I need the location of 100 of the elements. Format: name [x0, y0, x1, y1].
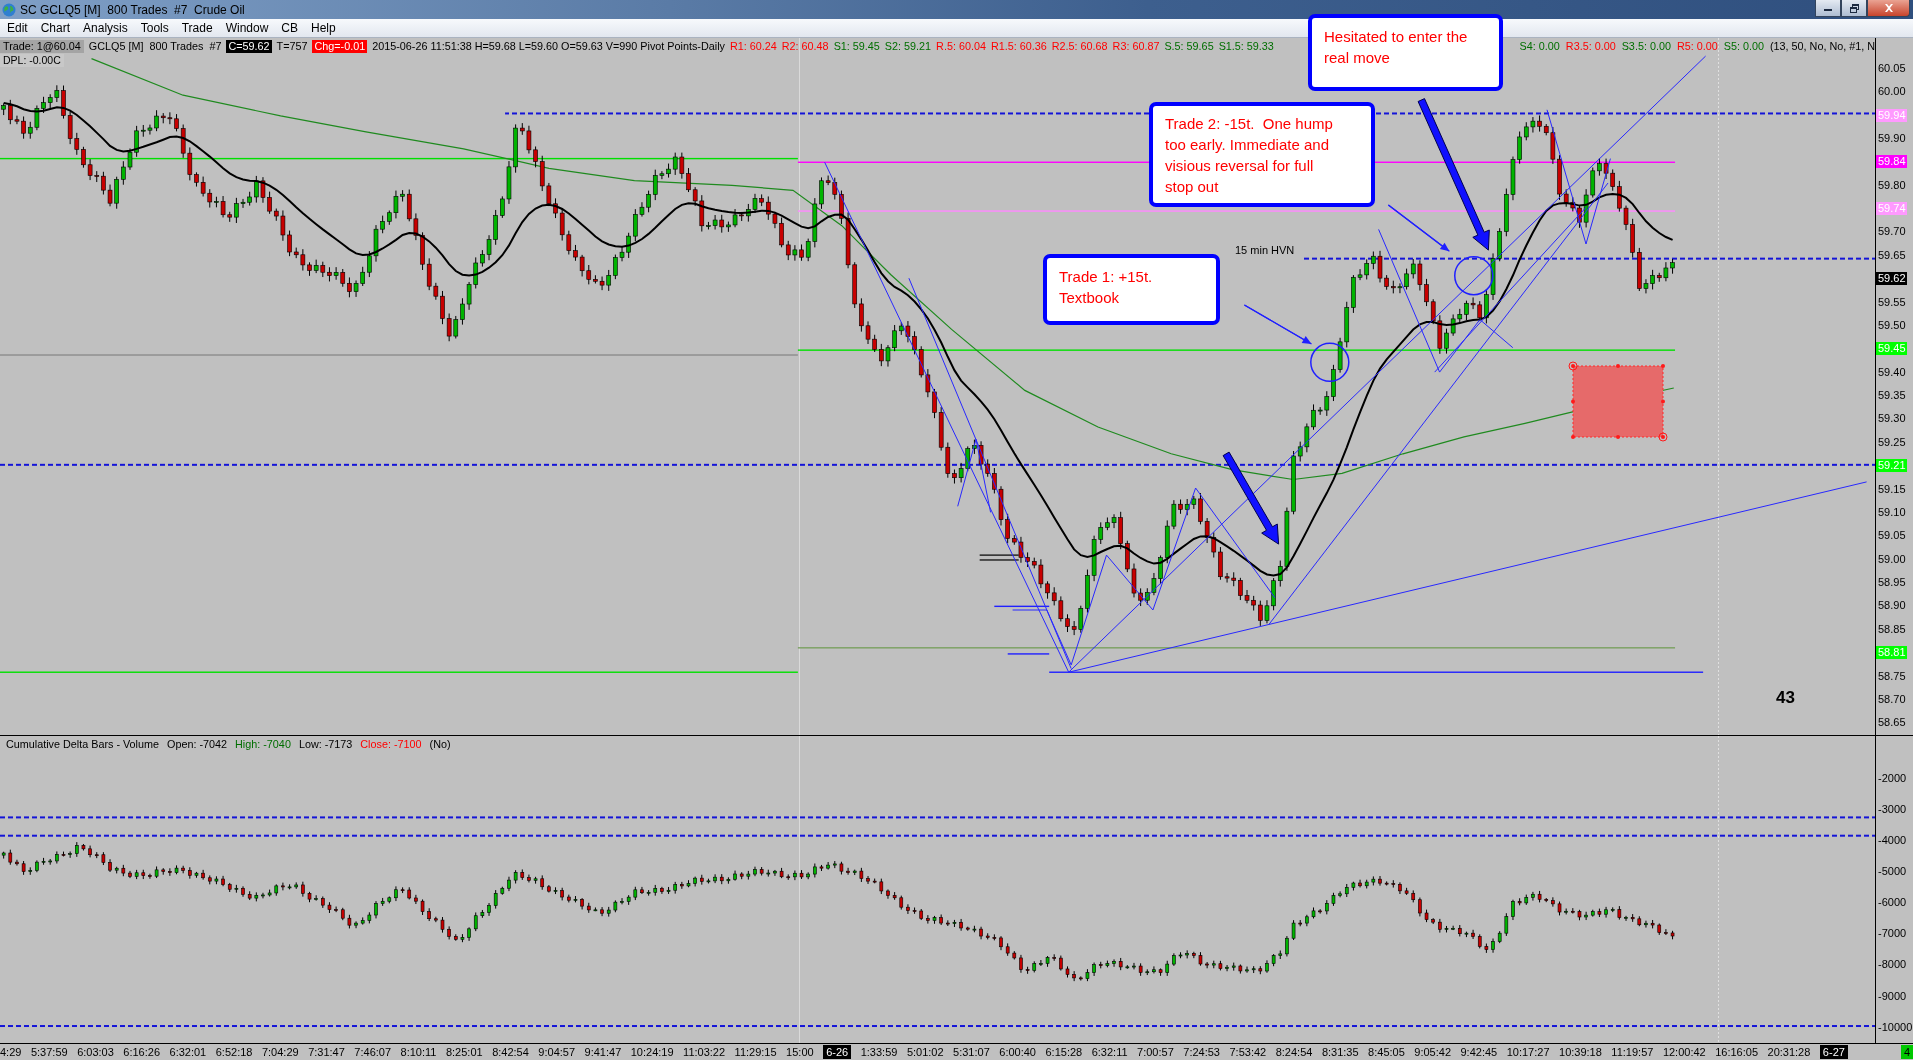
time-axis-label: 6:32:01 [169, 1045, 207, 1059]
chart-info-text: GCLQ5 [M] 800 Trades #7 [88, 40, 222, 53]
price-axis-label: 60.05 [1877, 61, 1907, 75]
support-level-label: S2: 59.21 [884, 40, 932, 53]
time-axis-label: 1:33:59 [860, 1045, 898, 1059]
price-axis-label: 59.00 [1877, 552, 1907, 566]
support-level-label: S1.5: 59.33 [1218, 40, 1274, 53]
price-axis-label: 59.10 [1877, 505, 1907, 519]
menu-item[interactable]: Trade [174, 21, 219, 35]
time-axis-label: 6:00:40 [999, 1045, 1036, 1059]
circle-marker [1310, 342, 1350, 383]
pointer-arrow [1387, 204, 1450, 252]
time-axis-label: 6:03:03 [77, 1045, 114, 1059]
time-axis-label: 8:45:05 [1368, 1045, 1405, 1059]
price-marker-label: 59.84 [1876, 155, 1907, 169]
time-axis-label: 8:31:35 [1321, 1045, 1359, 1059]
time-axis-label: 5:37:59 [30, 1045, 68, 1059]
trade-status-label: Trade: 1@60.04 [0, 40, 84, 53]
time-axis-label: 16:16:05 [1715, 1045, 1759, 1059]
chart-info-text: 2015-06-26 11:51:38 H=59.68 L=59.60 O=59.63 V=990 Pivot Points-Daily [372, 40, 725, 53]
price-marker-line [979, 559, 1019, 561]
time-axis-label: 10:39:18 [1559, 1045, 1602, 1059]
delta-axis-label: -6000 [1877, 896, 1908, 910]
time-axis-label: 7:00:57 [1137, 1045, 1174, 1059]
support-level-label: S5: 0.00 [1723, 40, 1764, 53]
time-axis-label: 20:31:28 [1767, 1045, 1811, 1059]
restore-icon [1849, 3, 1859, 13]
time-axis-label: 7:24:53 [1183, 1045, 1220, 1059]
time-axis-label: 12:00:42 [1662, 1045, 1706, 1059]
menu-item[interactable]: Tools [133, 21, 175, 35]
menu-item[interactable]: Chart [33, 21, 77, 35]
date-axis-label: 6-26 [823, 1045, 852, 1059]
time-axis-label: 5:31:07 [953, 1045, 990, 1059]
minimize-button[interactable] [1815, 0, 1841, 17]
annotation-callout: Trade 2: -15t. One hump too early. Immediate and visious reversal for full stop out [1149, 102, 1375, 207]
menu-item[interactable]: CB [274, 21, 304, 35]
resistance-level-label: R.5: 60.04 [936, 40, 986, 53]
indicator-info-text: High: -7040 [235, 738, 291, 751]
delta-axis-label: -5000 [1877, 865, 1908, 879]
time-axis-label: 9:42:45 [1460, 1045, 1498, 1059]
time-axis-label: 9:04:57 [538, 1045, 576, 1059]
globe-icon [2, 2, 16, 17]
time-axis-label: 10:17:27 [1506, 1045, 1550, 1059]
pointer-arrow [1243, 304, 1313, 345]
time-axis-label: 11:03:22 [683, 1045, 726, 1059]
level-note-label: 15 min HVN [1235, 244, 1295, 257]
time-axis-label: 8:25:01 [445, 1045, 483, 1059]
bar-count-badge: 4 [1900, 1045, 1913, 1059]
resistance-level-label: R3.5: 0.00 [1565, 40, 1616, 53]
delta-axis-label: -2000 [1877, 771, 1908, 785]
price-axis-label: 59.80 [1877, 178, 1907, 192]
resistance-level-label: R5: 0.00 [1676, 40, 1718, 53]
menu-item[interactable]: Window [218, 21, 275, 35]
price-axis-label: 59.35 [1877, 389, 1907, 403]
time-axis-label: 8:24:54 [1275, 1045, 1313, 1059]
delta-axis-label: -7000 [1877, 927, 1908, 941]
time-axis-label: 11:19:57 [1611, 1045, 1654, 1059]
price-level-line [1007, 653, 1050, 655]
time-axis-label: 8:42:54 [492, 1045, 529, 1059]
price-marker-label: 58.81 [1876, 646, 1907, 660]
close-button[interactable] [1867, 0, 1910, 17]
time-axis-label: 11:29:15 [734, 1045, 777, 1059]
restore-button[interactable] [1841, 0, 1867, 17]
chart-info-text: T=757 [276, 40, 308, 53]
annotation-callout: Hesitated to enter the real move [1308, 14, 1503, 91]
menu-item[interactable]: Help [304, 21, 342, 35]
price-axis-label: 58.95 [1877, 576, 1907, 590]
price-axis-label: 58.90 [1877, 599, 1907, 613]
time-axis-label: 8:10:11 [400, 1045, 437, 1059]
price-axis-label: 59.15 [1877, 482, 1907, 496]
price-axis-label: 58.75 [1877, 669, 1907, 683]
last-price-label: C=59.62 [226, 40, 272, 53]
price-marker-label: 59.45 [1876, 342, 1907, 356]
delta-axis-label: -3000 [1877, 802, 1908, 816]
menu-item[interactable]: Edit [0, 21, 34, 35]
price-axis-label: 59.25 [1877, 435, 1907, 449]
indicator-info-text: Cumulative Delta Bars - Volume [6, 738, 160, 751]
delta-axis-label: -8000 [1877, 958, 1908, 972]
time-axis-label: 6:32:11 [1091, 1045, 1128, 1059]
price-axis-label: 59.30 [1877, 412, 1907, 426]
time-axis-label: 4:29 [0, 1045, 22, 1059]
price-axis-label: 59.70 [1877, 225, 1907, 239]
time-axis-label: 5:01:02 [906, 1045, 944, 1059]
window-title: SC GCLQ5 [M] 800 Trades #7 Crude Oil [20, 2, 245, 17]
time-axis-label: 6:16:26 [123, 1045, 161, 1059]
price-marker-label: 59.21 [1876, 459, 1907, 473]
price-change-label: Chg=-0.01 [312, 40, 368, 53]
support-level-label: S3.5: 0.00 [1621, 40, 1671, 53]
time-axis-label: 10:24:19 [630, 1045, 674, 1059]
indicator-info-text: Open: -7042 [167, 738, 228, 751]
circle-marker [1454, 255, 1494, 296]
resistance-level-label: R1.5: 60.36 [990, 40, 1047, 53]
annotation-callout: Trade 1: +15t. Textbook [1043, 254, 1220, 325]
time-axis-label: 7:46:07 [354, 1045, 392, 1059]
indicator-info-text: (No) [429, 738, 451, 751]
price-axis-label: 59.05 [1877, 529, 1907, 543]
indicator-info-text: Close: -7100 [360, 738, 422, 751]
delta-axis-label: -10000 [1877, 1020, 1913, 1034]
menu-item[interactable]: Analysis [76, 21, 134, 35]
support-level-label: S4: 0.00 [1519, 40, 1560, 53]
